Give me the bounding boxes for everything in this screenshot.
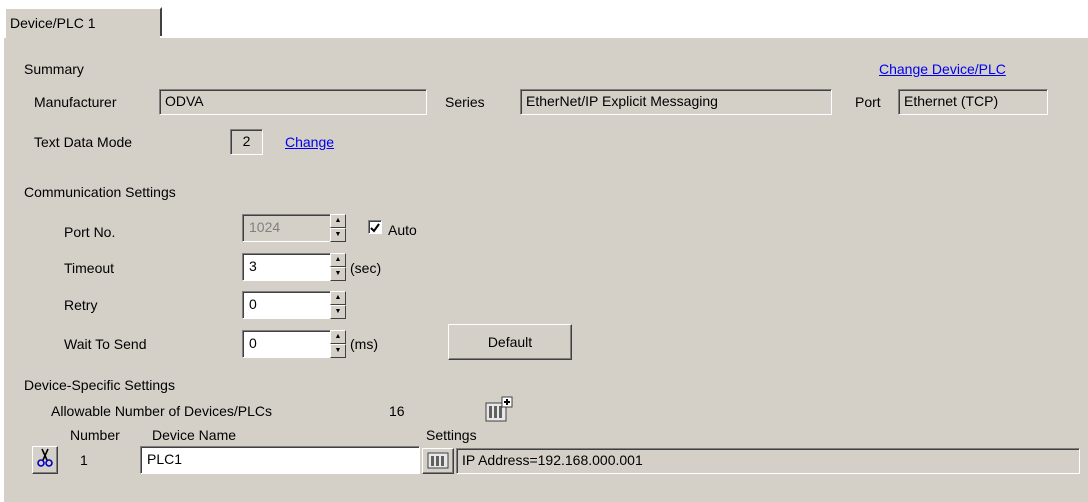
port-no-label: Port No.: [64, 224, 116, 240]
add-device-icon[interactable]: [482, 395, 514, 425]
tab-strip: [0, 0, 1088, 36]
tab-label: Device/PLC 1: [10, 15, 96, 31]
retry-spinner[interactable]: ▲ ▼: [330, 291, 346, 319]
series-field: EtherNet/IP Explicit Messaging: [520, 89, 832, 115]
wait-to-send-label: Wait To Send: [64, 336, 147, 352]
series-label: Series: [445, 94, 485, 110]
checkmark-icon: [370, 223, 380, 233]
timeout-label: Timeout: [64, 260, 115, 276]
port-no-input[interactable]: 1024: [242, 214, 331, 242]
wait-to-send-input[interactable]: 0: [242, 330, 331, 358]
port-label: Port: [855, 94, 881, 110]
column-settings-header: Settings: [426, 427, 477, 443]
allowable-devices-label: Allowable Number of Devices/PLCs: [51, 403, 272, 419]
column-number-header: Number: [70, 427, 120, 443]
text-data-mode-label: Text Data Mode: [34, 134, 133, 150]
spinner-down-icon[interactable]: ▼: [330, 228, 346, 242]
default-button[interactable]: Default: [448, 324, 572, 360]
retry-input[interactable]: 0: [242, 291, 331, 319]
device-specific-settings-heading: Device-Specific Settings: [24, 377, 175, 393]
spinner-down-icon[interactable]: ▼: [330, 344, 346, 358]
wait-to-send-unit: (ms): [350, 336, 378, 352]
tab-device-plc-1[interactable]: Device/PLC 1: [4, 7, 162, 38]
wait-to-send-spinner[interactable]: ▲ ▼: [330, 330, 346, 358]
port-no-spinner[interactable]: ▲ ▼: [330, 214, 346, 242]
spinner-down-icon[interactable]: ▼: [330, 305, 346, 319]
spinner-up-icon[interactable]: ▲: [330, 330, 346, 344]
delete-device-button[interactable]: [32, 446, 58, 474]
port-field: Ethernet (TCP): [898, 89, 1048, 115]
spinner-down-icon[interactable]: ▼: [330, 267, 346, 281]
plc-settings-icon: [427, 452, 449, 469]
device-row-number: 1: [80, 452, 88, 468]
spinner-up-icon[interactable]: ▲: [330, 253, 346, 267]
retry-label: Retry: [64, 297, 98, 313]
column-device-name-header: Device Name: [152, 427, 237, 443]
device-settings-button[interactable]: [422, 448, 454, 474]
spinner-up-icon[interactable]: ▲: [330, 291, 346, 305]
text-data-mode-change-link[interactable]: Change: [285, 134, 334, 150]
device-settings-field: IP Address=192.168.000.001: [456, 448, 1080, 474]
summary-heading: Summary: [24, 61, 84, 77]
allowable-devices-value: 16: [389, 403, 405, 419]
auto-checkbox[interactable]: [368, 220, 382, 234]
device-name-input[interactable]: PLC1: [140, 446, 420, 474]
spinner-up-icon[interactable]: ▲: [330, 214, 346, 228]
scissors-icon: [37, 448, 53, 467]
auto-label: Auto: [388, 222, 417, 238]
communication-settings-heading: Communication Settings: [24, 184, 176, 200]
timeout-spinner[interactable]: ▲ ▼: [330, 253, 346, 281]
timeout-input[interactable]: 3: [242, 253, 331, 281]
manufacturer-label: Manufacturer: [34, 94, 117, 110]
manufacturer-field: ODVA: [159, 89, 427, 115]
text-data-mode-field: 2: [230, 129, 263, 155]
timeout-unit: (sec): [350, 260, 382, 276]
change-device-plc-link[interactable]: Change Device/PLC: [879, 61, 1006, 77]
settings-panel: Summary Change Device/PLC Manufacturer O…: [4, 38, 1088, 502]
